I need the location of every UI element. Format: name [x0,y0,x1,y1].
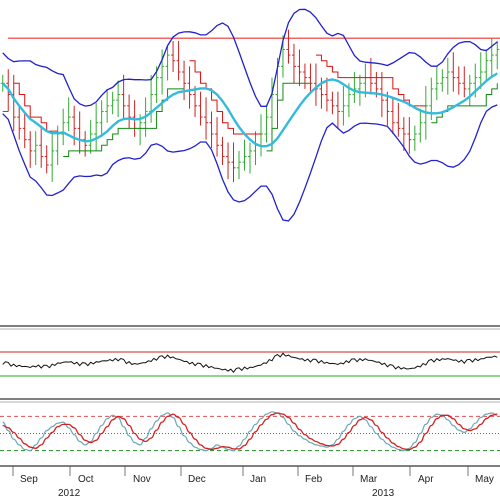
price-panel [0,8,500,222]
x-tick-label: Oct [78,474,94,485]
x-tick-label: May [475,474,494,485]
rsi-panel [0,351,500,377]
chart-svg: Sep Oct Nov Dec Jan Feb Mar Apr May 2012… [0,8,500,499]
x-tick-label: Mar [360,474,378,485]
x-axis: Sep Oct Nov Dec Jan Feb Mar Apr May 2012… [12,466,494,499]
x-tick-label: Dec [188,474,206,485]
stochastic-panel [0,411,500,452]
x-tick-label: Jan [250,474,266,485]
x-tick-label: Feb [305,474,323,485]
trailing-stop [266,82,311,152]
upper-band [2,8,498,107]
x-tick-label: Sep [20,474,38,485]
chart-stage: Sep Oct Nov Dec Jan Feb Mar Apr May 2012… [0,0,500,500]
year-label: 2012 [58,488,81,499]
x-tick-label: Nov [133,474,151,485]
year-label: 2013 [372,488,395,499]
x-tick-label: Apr [418,474,434,485]
rsi-line [2,352,498,373]
